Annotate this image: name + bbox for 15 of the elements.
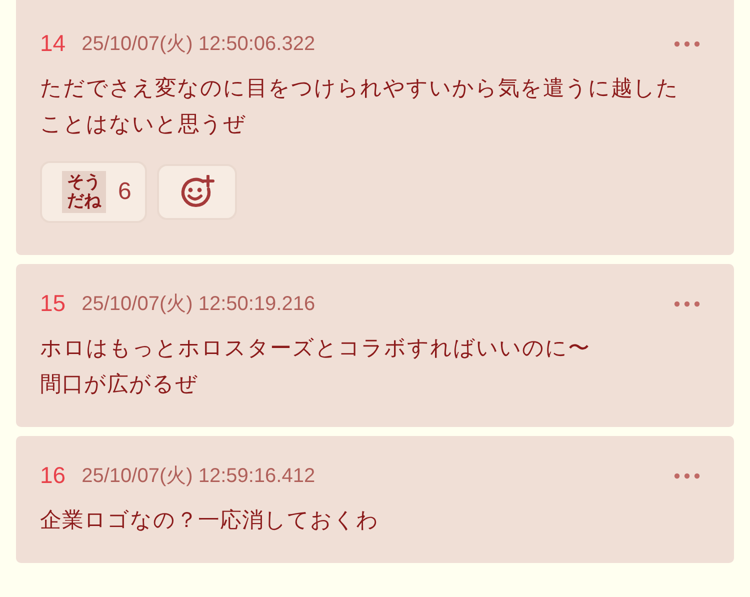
post-text: ホロはもっとホロスターズとコラボすればいいのに〜 bbox=[40, 335, 590, 363]
more-icon[interactable] bbox=[674, 300, 700, 306]
post-number: 14 bbox=[40, 30, 66, 57]
more-icon[interactable] bbox=[674, 472, 700, 478]
post-text: 間口が広がるぜ bbox=[40, 371, 198, 399]
post-number: 16 bbox=[40, 462, 66, 489]
post-date: 25/10/07(火) 12:50:19.216 bbox=[82, 292, 316, 317]
more-icon[interactable] bbox=[674, 40, 700, 46]
post-text: ただでさえ変なのに目をつけられやすいから気を遣うに越したことはないと思うぜ bbox=[40, 75, 680, 139]
post-number: 15 bbox=[40, 290, 66, 317]
post-text: 企業ロゴなの？一応消しておくわ bbox=[40, 507, 379, 535]
post-date: 25/10/07(火) 12:50:06.322 bbox=[82, 32, 316, 57]
add-reaction-button[interactable] bbox=[157, 164, 238, 220]
post-date: 25/10/07(火) 12:59:16.412 bbox=[82, 464, 316, 489]
smiley-plus-icon bbox=[179, 175, 216, 209]
